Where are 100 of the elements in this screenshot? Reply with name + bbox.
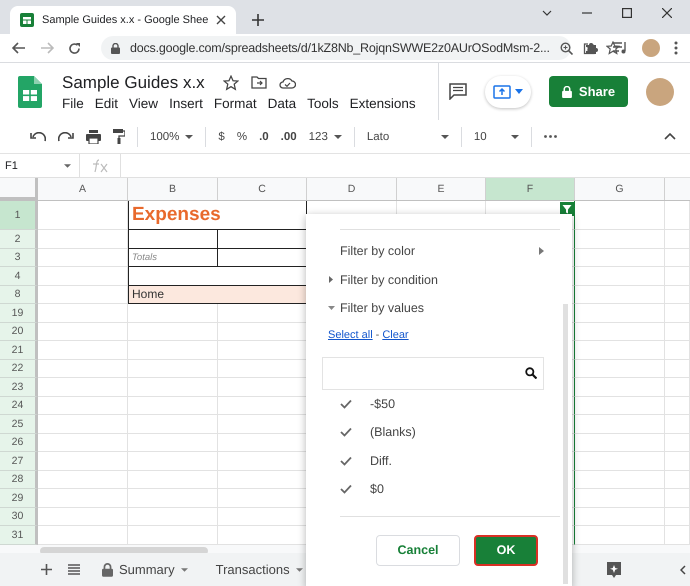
undo-icon[interactable] <box>30 132 46 142</box>
chevron-down-icon[interactable] <box>542 10 552 16</box>
table-cell <box>665 415 690 434</box>
zoom-icon[interactable] <box>560 42 573 54</box>
row-header[interactable]: 3 <box>0 248 38 267</box>
table-cell <box>665 304 690 322</box>
increase-decimal-button[interactable]: .00 <box>280 130 297 142</box>
print-icon[interactable] <box>86 130 101 144</box>
paint-format-icon[interactable] <box>113 129 125 144</box>
filter-option[interactable]: Filter by color <box>322 237 560 266</box>
menu-icon[interactable] <box>68 564 80 575</box>
star-icon[interactable] <box>222 74 239 90</box>
filter-option[interactable]: Filter by values <box>322 294 560 322</box>
row-header[interactable]: 20 <box>0 322 38 341</box>
comment-icon[interactable] <box>449 83 467 100</box>
more-icon[interactable] <box>544 135 557 138</box>
row-header[interactable]: 1 <box>0 201 38 230</box>
caret-down-icon <box>328 306 334 310</box>
column-header[interactable]: F <box>486 178 575 200</box>
row-header[interactable]: 2 <box>0 230 38 248</box>
ok-button[interactable]: OK <box>474 534 538 566</box>
menu-item[interactable]: Tools <box>307 96 339 110</box>
currency-format-button[interactable]: $ <box>218 130 225 142</box>
table-cell <box>665 286 690 304</box>
name-box[interactable]: F1 <box>0 154 80 177</box>
cancel-button[interactable]: Cancel <box>376 534 460 566</box>
lock-icon <box>102 562 113 576</box>
font-size-dropdown[interactable]: 10 <box>474 130 519 142</box>
more-icon[interactable] <box>674 41 678 55</box>
caret-icon <box>296 568 303 572</box>
share-icon[interactable] <box>582 42 596 54</box>
number-format-dropdown[interactable]: 123 <box>308 130 342 142</box>
chevron-left-icon[interactable] <box>680 564 686 574</box>
row-header[interactable]: 24 <box>0 396 38 415</box>
row-header[interactable]: 29 <box>0 489 38 508</box>
row-header[interactable]: 30 <box>0 508 38 526</box>
zoom-dropdown[interactable]: 100% <box>150 130 194 142</box>
caret-icon <box>440 134 449 138</box>
sheets-logo-icon[interactable] <box>18 76 42 108</box>
row-header[interactable]: 28 <box>0 470 38 489</box>
table-cell: Totals <box>128 248 218 267</box>
search-field[interactable] <box>322 356 544 390</box>
column-header[interactable]: G <box>575 178 665 200</box>
row-header[interactable]: 8 <box>0 286 38 304</box>
menu-item[interactable]: View <box>129 96 158 110</box>
row-header[interactable]: 31 <box>0 526 38 544</box>
filter-value-item[interactable]: $0 <box>322 475 560 504</box>
explore-icon[interactable] <box>606 560 622 578</box>
column-header[interactable]: C <box>218 178 307 200</box>
filter-value-item[interactable]: -$50 <box>322 390 560 418</box>
row-header[interactable]: 27 <box>0 452 38 470</box>
select-all-link[interactable]: Select all <box>328 328 373 340</box>
column-header[interactable]: A <box>38 178 128 200</box>
redo-icon[interactable] <box>58 132 74 142</box>
share-button[interactable]: Share <box>549 76 628 107</box>
star-icon[interactable] <box>606 41 620 55</box>
column-header[interactable]: B <box>128 178 218 200</box>
browser-tab[interactable]: Sample Guides x.x - Google Shee <box>10 6 236 34</box>
menu-item[interactable]: Edit <box>94 96 118 110</box>
close-icon[interactable] <box>662 8 672 18</box>
document-title[interactable]: Sample Guides x.x <box>62 72 205 92</box>
reload-icon[interactable] <box>68 42 81 54</box>
row-header[interactable]: 26 <box>0 434 38 452</box>
filter-value-item[interactable]: Diff. <box>322 446 560 475</box>
row-header[interactable]: 21 <box>0 341 38 360</box>
menu-item[interactable]: Extensions <box>350 96 416 110</box>
menu-item[interactable]: Data <box>268 96 296 110</box>
merged-cell: Home <box>128 286 307 304</box>
table-cell <box>665 322 690 341</box>
menu-item[interactable]: Format <box>214 96 257 110</box>
media-icon[interactable] <box>613 42 628 54</box>
font-dropdown[interactable]: Lato <box>366 130 449 142</box>
close-icon[interactable] <box>216 15 226 25</box>
row-header[interactable]: 25 <box>0 415 38 434</box>
cloud-icon[interactable] <box>278 76 296 88</box>
percent-format-button[interactable]: % <box>236 130 248 142</box>
row-header[interactable]: 23 <box>0 378 38 396</box>
row-header[interactable]: 4 <box>0 267 38 286</box>
row-header[interactable]: 19 <box>0 304 38 322</box>
menu-item[interactable]: File <box>62 96 84 110</box>
filter-option[interactable]: Filter by condition <box>322 266 560 294</box>
chevron-up-icon[interactable] <box>664 133 676 140</box>
menu-item[interactable]: Insert <box>169 96 203 110</box>
puzzle-icon[interactable] <box>585 41 599 55</box>
function-icon <box>92 158 110 172</box>
minimize-icon[interactable] <box>582 12 592 14</box>
clear-link[interactable]: Clear <box>382 328 409 340</box>
new-tab-icon[interactable] <box>252 14 264 26</box>
back-icon[interactable] <box>12 42 26 54</box>
filter-value-item[interactable]: (Blanks) <box>322 418 560 446</box>
column-header[interactable]: D <box>307 178 397 200</box>
sheets-icon <box>20 13 34 27</box>
sheet-tab[interactable]: Summary <box>96 553 194 586</box>
row-header[interactable]: 22 <box>0 360 38 378</box>
decrease-decimal-button[interactable]: .0 <box>259 130 269 142</box>
maximize-icon[interactable] <box>622 8 632 18</box>
folder-icon[interactable] <box>250 76 267 89</box>
sheet-tab[interactable]: Transactions <box>210 553 309 586</box>
caret-icon <box>180 568 188 572</box>
add-sheet-icon[interactable] <box>41 564 52 575</box>
